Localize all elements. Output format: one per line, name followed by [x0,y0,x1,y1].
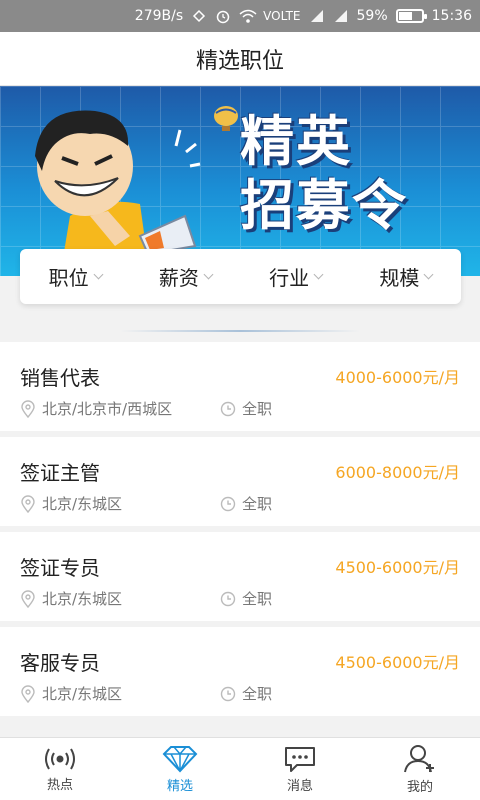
cartoon-mascot-illustration [35,106,238,276]
filter-label: 行业 [269,266,310,290]
battery-percent: 59% [356,8,388,24]
page-title: 精选职位 [195,48,284,74]
job-list-item[interactable]: 签证主管 6000-8000元/月 北京/东城区 全职 [0,437,480,526]
page-title-bar: 精选职位 [0,32,480,86]
tab-label: 我的 [406,779,433,795]
job-location: 北京/东城区 [42,495,123,513]
signal-icon-2 [333,8,349,24]
wifi-icon [239,8,257,24]
clock-icon [220,686,236,701]
status-bar: 279B/s VOLTE 59% 15:36 [0,0,480,32]
section-divider [120,330,360,332]
job-location: 北京/北京市/西城区 [42,400,173,418]
tab-label: 消息 [286,778,313,794]
job-type: 全职 [242,685,273,703]
location-pin-icon [21,589,35,608]
banner-line-1: 精英 [240,110,352,173]
network-speed: 279B/s [134,8,184,24]
clock-icon [220,401,236,416]
job-location: 北京/东城区 [42,685,123,703]
job-salary: 4500-6000元/月 [335,653,460,672]
filter-label: 规模 [379,266,420,290]
job-list-item[interactable]: 客服专员 4500-6000元/月 北京/东城区 全职 [0,627,480,716]
job-salary: 4000-6000元/月 [335,368,460,387]
battery-icon [395,9,427,23]
job-list-item[interactable]: 销售代表 4000-6000元/月 北京/北京市/西城区 全职 [0,342,480,431]
recruit-banner[interactable]: 精英 招募令 [0,86,480,276]
filter-label: 职位 [48,266,89,290]
banner-headline: 精英 招募令 [240,110,470,238]
job-list: 销售代表 4000-6000元/月 北京/北京市/西城区 全职 签证主管 600… [0,342,480,722]
filter-label: 薪资 [158,266,199,290]
job-salary: 4500-6000元/月 [335,558,460,577]
filter-position[interactable]: 职位 [20,249,130,304]
job-title: 客服专员 [20,651,100,675]
chevron-down-icon [93,269,104,279]
tab-featured[interactable]: 精选 [120,738,240,800]
clock-icon [220,591,236,606]
filter-bar: 职位 薪资 行业 规模 [20,249,461,304]
clock: 15:36 [431,8,472,24]
job-list-item[interactable]: 签证专员 4500-6000元/月 北京/东城区 全职 [0,532,480,621]
diamond-icon [162,745,198,772]
sync-icon [191,8,207,24]
network-type: VOLTE [263,9,301,23]
job-title: 签证专员 [20,556,100,580]
user-icon [404,744,434,772]
tab-hot[interactable]: 热点 [0,738,120,800]
tab-label: 热点 [46,777,73,793]
tab-label: 精选 [166,778,193,794]
tab-messages[interactable]: 消息 [240,738,360,800]
chevron-down-icon [423,269,434,279]
tab-mine[interactable]: 我的 [360,738,480,800]
chat-icon [285,746,315,772]
job-type: 全职 [242,400,273,418]
alarm-icon [215,8,231,24]
location-pin-icon [21,399,35,418]
chevron-down-icon [313,269,324,279]
location-pin-icon [21,684,35,703]
location-pin-icon [21,494,35,513]
bottom-tab-bar: 热点 精选 消息 我的 [0,737,480,800]
job-salary: 6000-8000元/月 [335,463,460,482]
job-location: 北京/东城区 [42,590,123,608]
clock-icon [220,496,236,511]
broadcast-icon [45,747,75,770]
filter-industry[interactable]: 行业 [241,249,351,304]
signal-icon [309,8,325,24]
job-title: 签证主管 [20,461,100,485]
filter-company-size[interactable]: 规模 [351,249,461,304]
filter-salary[interactable]: 薪资 [130,249,240,304]
chevron-down-icon [203,269,214,279]
job-type: 全职 [242,590,273,608]
job-title: 销售代表 [20,366,100,390]
banner-line-2: 招募令 [240,174,408,237]
job-type: 全职 [242,495,273,513]
